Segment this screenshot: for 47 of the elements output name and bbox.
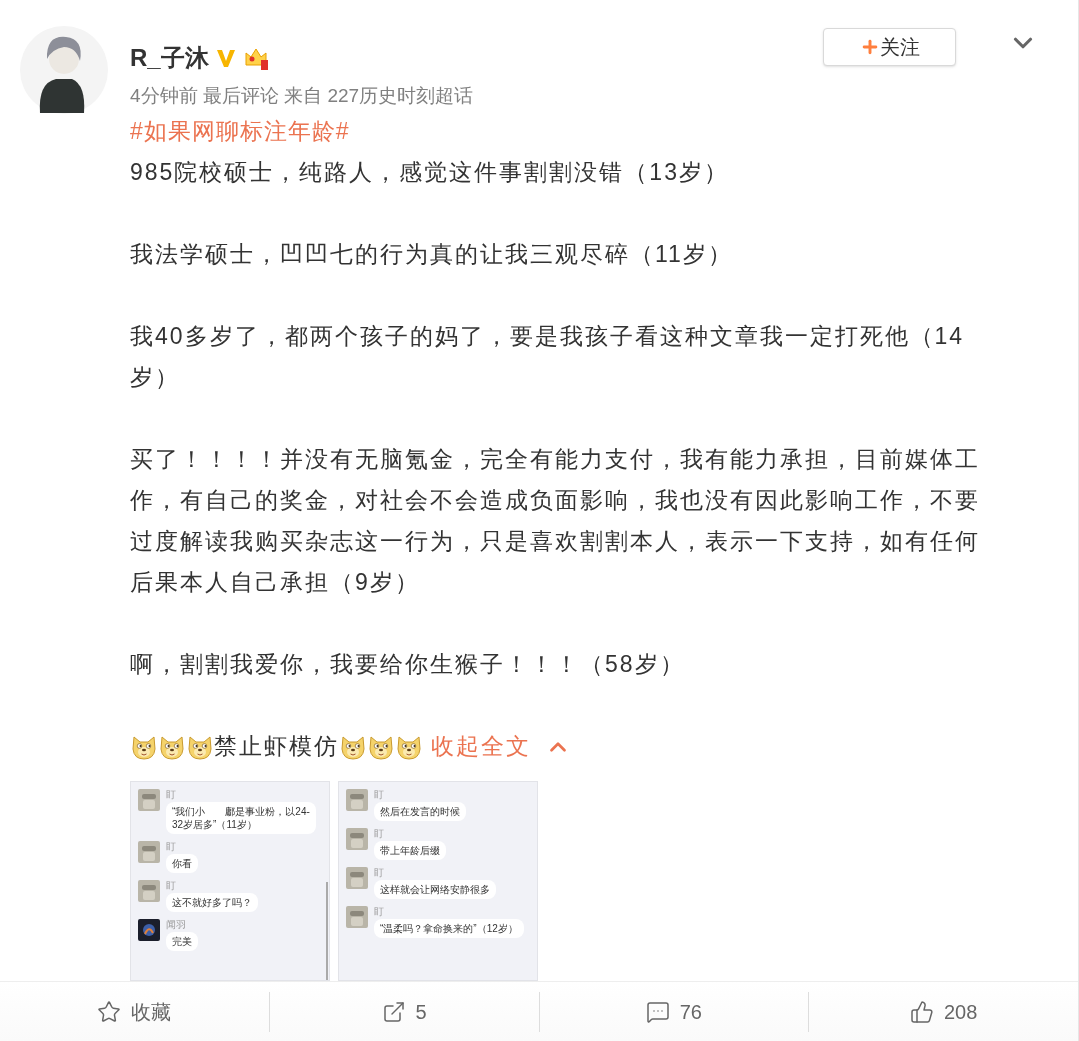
author-name[interactable]: R_子沐 <box>130 40 209 76</box>
chat-message: 完美 <box>166 932 198 951</box>
avatar-icon <box>346 789 368 811</box>
post-paragraph: 我法学硕士，凹凹七的行为真的让我三观尽碎（11岁） <box>130 240 734 269</box>
action-button[interactable]: 5 <box>269 996 539 1027</box>
chat-message: 这样就会让网络安静很多 <box>374 880 496 899</box>
avatar-icon <box>138 841 160 863</box>
sender-name: 盯 <box>166 789 177 800</box>
post-paragraph: 买了！！！！并没有无脑氪金，完全有能力支付，我有能力承担，目前媒体工作，有自己的奖金，对社会不会造成负面影响，我也没有因此影响工作，不要过度解读我购买杂志这一行为，只是喜欢割割本人，表示一下支持，如有任何后果本人自己承担（9岁） <box>130 445 981 597</box>
post-paragraph: 啊，割割我爱你，我要给你生猴子！！！（58岁） <box>130 650 686 679</box>
sender-name: 盯 <box>166 841 177 852</box>
verified-icon <box>214 47 237 69</box>
chat-message: “温柔吗？拿命换来的”（12岁） <box>374 919 524 938</box>
collapse-link[interactable]: 收起全文 <box>431 726 531 767</box>
comment-icon <box>645 999 670 1024</box>
topic-link[interactable]: #如果网聊标注年龄# <box>130 111 350 152</box>
sender-name: 盯 <box>374 906 385 917</box>
post-paragraph: 我40多岁了，都两个孩子的妈了，要是我孩子看这种文章我一定打死他（14岁） <box>130 322 966 392</box>
action-button[interactable]: 收藏 <box>0 996 269 1027</box>
action-button[interactable]: 76 <box>539 996 809 1027</box>
avatar-icon <box>346 828 368 850</box>
chat-message: “我们小 鄘是事业粉，以24-32岁居多”（11岁） <box>166 802 316 834</box>
sender-name: 盯 <box>374 828 385 839</box>
sender-name: 盯 <box>374 789 385 800</box>
thumbs-up-icon <box>909 999 934 1024</box>
avatar-icon <box>346 906 368 928</box>
share-icon <box>381 999 406 1024</box>
sender-name: 闻羽 <box>166 919 187 930</box>
follow-button[interactable]: 关注 <box>823 28 956 66</box>
avatar-icon <box>346 867 368 889</box>
chat-message: 这不就好多了吗？ <box>166 893 258 912</box>
chat-message: 然后在发言的时候 <box>374 802 466 821</box>
avatar-icon <box>138 919 160 941</box>
post-paragraph: 985院校硕士，纯路人，感觉这件事割割没错（13岁） <box>130 158 730 187</box>
user-avatar[interactable] <box>20 25 108 115</box>
avatar-icon <box>138 789 160 811</box>
sender-name: 盯 <box>166 880 177 891</box>
chat-screenshot[interactable]: 盯 “我们小 鄘是事业粉，以24-32岁居多”（11岁） 盯 你看 盯 这不就好多了吗？ 闻羽 完美 <box>130 781 330 981</box>
post-meta: 4分钟前 最后评论 来自 227历史时刻超话 <box>130 84 474 108</box>
chat-screenshot[interactable]: 盯 然后在发言的时候 盯 带上年龄后缀 盯 这样就会让网络安静很多 盯 “温柔吗？拿命换来的”（12岁） <box>338 781 538 981</box>
post-text: 禁止虾模仿 <box>214 732 339 761</box>
star-icon <box>97 999 122 1024</box>
sender-name: 盯 <box>374 867 385 878</box>
chat-message: 你看 <box>166 854 198 873</box>
action-button[interactable]: 208 <box>809 996 1078 1027</box>
chat-message: 带上年龄后缀 <box>374 841 446 860</box>
avatar-icon <box>138 880 160 902</box>
